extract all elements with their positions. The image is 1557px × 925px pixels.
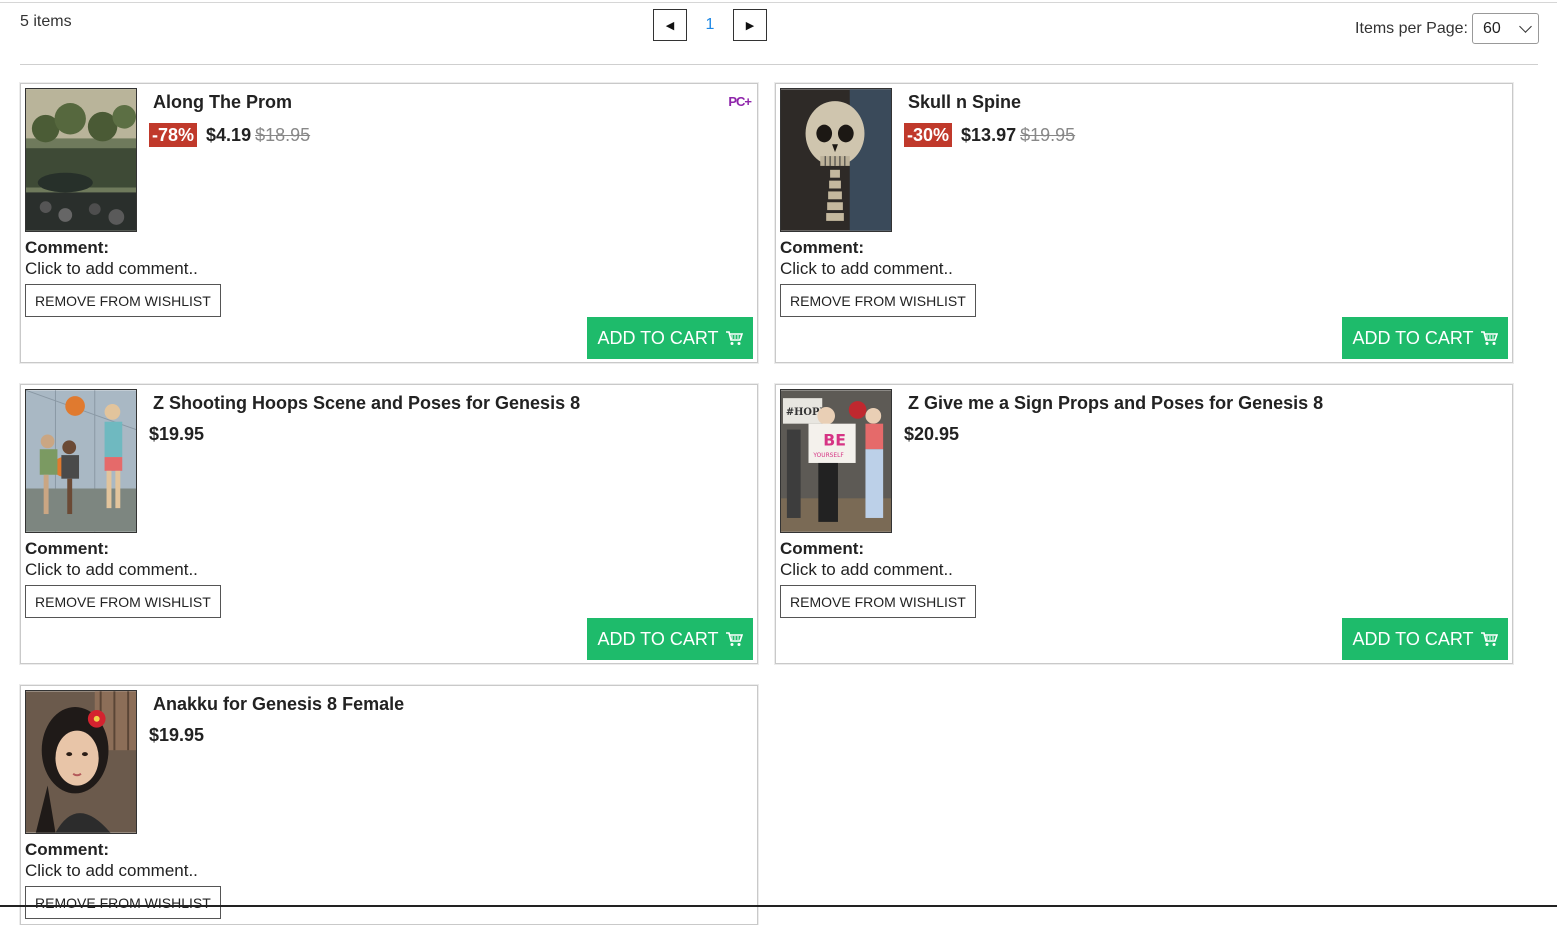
product-thumbnail[interactable] bbox=[25, 389, 137, 533]
remove-from-wishlist-button[interactable]: REMOVE FROM WISHLIST bbox=[780, 585, 976, 618]
sign-protest-image: #HOPE BE YOURSELF bbox=[781, 390, 891, 532]
comment-field[interactable]: Click to add comment.. bbox=[25, 861, 198, 881]
basketball-scene-image bbox=[26, 390, 136, 532]
discount-badge: -78% bbox=[149, 123, 198, 147]
cart-icon bbox=[1480, 331, 1498, 345]
items-per-page-label: Items per Page: bbox=[1355, 19, 1468, 37]
top-divider bbox=[0, 2, 1557, 3]
wishlist-item-card: Along The Prom -78% $4.19 $18.95 PC+ Com… bbox=[20, 83, 758, 363]
add-to-cart-button[interactable]: ADD TO CART bbox=[587, 317, 753, 359]
wishlist-item-card: #HOPE BE YOURSELF Z Give me a Sign Props… bbox=[775, 384, 1513, 664]
chevron-down-icon bbox=[1519, 19, 1532, 33]
pc-plus-badge: PC+ bbox=[728, 94, 752, 109]
sign-main-text: BE bbox=[823, 430, 846, 449]
product-title[interactable]: Anakku for Genesis 8 Female bbox=[153, 694, 404, 715]
garden-scene-image bbox=[26, 89, 136, 231]
header-divider bbox=[20, 64, 1538, 65]
product-thumbnail[interactable] bbox=[780, 88, 892, 232]
pagination: ◀ 1 ▶ bbox=[653, 8, 767, 42]
remove-from-wishlist-button[interactable]: REMOVE FROM WISHLIST bbox=[25, 886, 221, 919]
items-per-page-value: 60 bbox=[1483, 19, 1501, 37]
skull-image bbox=[781, 89, 891, 231]
add-to-cart-button[interactable]: ADD TO CART bbox=[1342, 317, 1508, 359]
add-to-cart-label: ADD TO CART bbox=[1352, 628, 1474, 649]
price-row: $19.95 bbox=[149, 424, 204, 445]
cart-icon bbox=[725, 632, 743, 646]
comment-field[interactable]: Click to add comment.. bbox=[780, 560, 953, 580]
sale-price: $4.19 bbox=[206, 124, 252, 145]
wishlist-item-card: Z Shooting Hoops Scene and Poses for Gen… bbox=[20, 384, 758, 664]
price: $19.95 bbox=[149, 725, 205, 745]
triangle-right-icon: ▶ bbox=[745, 19, 755, 32]
add-to-cart-button[interactable]: ADD TO CART bbox=[587, 618, 753, 660]
product-title[interactable]: Skull n Spine bbox=[908, 92, 1021, 113]
comment-field[interactable]: Click to add comment.. bbox=[25, 259, 198, 279]
items-per-page: Items per Page: 60 bbox=[1355, 13, 1539, 44]
comment-label: Comment: bbox=[25, 840, 110, 859]
comment-field[interactable]: Click to add comment.. bbox=[780, 259, 953, 279]
original-price: $18.95 bbox=[255, 124, 311, 145]
price: $20.95 bbox=[904, 424, 960, 444]
comment-field[interactable]: Click to add comment.. bbox=[25, 560, 198, 580]
next-page-button[interactable]: ▶ bbox=[733, 9, 767, 41]
comment-label: Comment: bbox=[780, 238, 865, 257]
price-row: $19.95 bbox=[149, 725, 204, 746]
cart-icon bbox=[1480, 632, 1498, 646]
price: $19.95 bbox=[149, 424, 205, 444]
cart-icon bbox=[725, 331, 743, 345]
wishlist-item-card: Anakku for Genesis 8 Female $19.95 Comme… bbox=[20, 685, 758, 925]
remove-from-wishlist-button[interactable]: REMOVE FROM WISHLIST bbox=[780, 284, 976, 317]
price-row: -78% $4.19 $18.95 bbox=[149, 123, 310, 147]
comment-label: Comment: bbox=[25, 238, 110, 257]
discount-badge: -30% bbox=[904, 123, 953, 147]
triangle-left-icon: ◀ bbox=[665, 19, 675, 32]
sign-sub-text: YOURSELF bbox=[812, 453, 844, 459]
product-title[interactable]: Along The Prom bbox=[153, 92, 292, 113]
wishlist-item-card: Skull n Spine -30% $13.97 $19.95 Comment… bbox=[775, 83, 1513, 363]
female-portrait-image bbox=[26, 691, 136, 833]
prev-page-button[interactable]: ◀ bbox=[653, 9, 687, 41]
product-title[interactable]: Z Shooting Hoops Scene and Poses for Gen… bbox=[153, 393, 580, 414]
comment-label: Comment: bbox=[780, 539, 865, 558]
current-page-number[interactable]: 1 bbox=[687, 16, 733, 34]
sale-price: $13.97 bbox=[961, 124, 1017, 145]
add-to-cart-label: ADD TO CART bbox=[597, 628, 719, 649]
items-per-page-select[interactable]: 60 bbox=[1472, 13, 1539, 44]
item-count: 5 items bbox=[20, 13, 72, 30]
remove-from-wishlist-button[interactable]: REMOVE FROM WISHLIST bbox=[25, 585, 221, 618]
comment-label: Comment: bbox=[25, 539, 110, 558]
product-thumbnail[interactable] bbox=[25, 88, 137, 232]
add-to-cart-label: ADD TO CART bbox=[597, 327, 719, 348]
remove-from-wishlist-button[interactable]: REMOVE FROM WISHLIST bbox=[25, 284, 221, 317]
original-price: $19.95 bbox=[1020, 124, 1076, 145]
product-title[interactable]: Z Give me a Sign Props and Poses for Gen… bbox=[908, 393, 1323, 414]
product-thumbnail[interactable]: #HOPE BE YOURSELF bbox=[780, 389, 892, 533]
price-row: $20.95 bbox=[904, 424, 959, 445]
price-row: -30% $13.97 $19.95 bbox=[904, 123, 1075, 147]
add-to-cart-label: ADD TO CART bbox=[1352, 327, 1474, 348]
add-to-cart-button[interactable]: ADD TO CART bbox=[1342, 618, 1508, 660]
product-thumbnail[interactable] bbox=[25, 690, 137, 834]
